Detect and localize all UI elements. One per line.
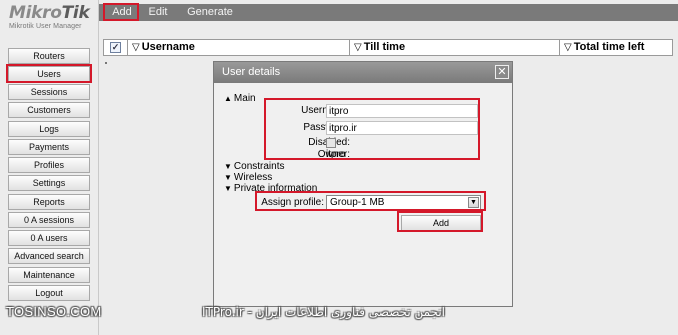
column-label-till-time: Till time [363,41,406,53]
owner-value: itpro [326,149,346,160]
column-header-total-time-left[interactable]: ▽ Total time left [560,40,672,55]
dialog-titlebar[interactable]: User details ✕ [214,62,512,83]
dialog-add-button[interactable]: Add [401,215,481,231]
column-header-username[interactable]: ▽ Username [128,40,350,55]
logo-brand-suffix: Tik [61,3,90,23]
watermark-left: TOSINSO.COM [6,304,102,319]
toolbar: Add Edit Generate [99,4,678,21]
disabled-checkbox[interactable] [326,138,336,148]
triangle-up-icon: ▲ [224,94,232,103]
sort-triangle-icon: ▽ [354,42,362,53]
triangle-down-icon: ▼ [224,162,232,171]
triangle-down-icon: ▼ [224,173,232,182]
mikrotik-logo: MikroTik Mikrotik User Manager [9,4,99,34]
assign-profile-value: Group-1 MB [330,197,385,208]
select-all-checkbox[interactable]: ✓ [110,42,121,53]
toolbar-add-button[interactable]: Add [105,4,139,21]
table-empty-marker [105,62,107,64]
sort-triangle-icon: ▽ [564,42,572,53]
select-all-cell: ✓ [104,40,128,55]
sort-triangle-icon: ▽ [132,42,140,53]
section-wireless-toggle[interactable]: ▼ Wireless [224,172,272,183]
sidebar-item-active-users[interactable]: 0 A users [8,230,90,246]
triangle-down-icon: ▼ [224,184,232,193]
assign-profile-label: Assign profile: [261,197,324,208]
section-constraints-toggle[interactable]: ▼ Constraints [224,161,285,172]
sidebar-item-active-sessions[interactable]: 0 A sessions [8,212,90,228]
username-input[interactable] [326,104,478,118]
section-constraints-label: Constraints [233,161,285,172]
left-column: MikroTik Mikrotik User Manager Routers U… [0,0,99,335]
section-wireless-label: Wireless [233,172,273,183]
sidebar-item-logout[interactable]: Logout [8,285,90,301]
watermark-right: ITPro.ir - انجمن تخصصی فناوری اطلاعات ای… [202,305,445,319]
users-table-header: ✓ ▽ Username ▽ Till time ▽ Total time left [103,39,673,56]
toolbar-generate-button[interactable]: Generate [182,4,238,21]
sidebar-item-maintenance[interactable]: Maintenance [8,267,90,283]
chevron-down-icon[interactable]: ▼ [468,197,479,208]
column-label-username: Username [141,41,195,53]
sidebar-item-customers[interactable]: Customers [8,102,90,118]
section-private-information-label: Private information [233,183,318,194]
toolbar-edit-button[interactable]: Edit [143,4,173,21]
logo-brand-prefix: Mikro [9,3,62,23]
sidebar-item-profiles[interactable]: Profiles [8,157,90,173]
section-main-label: Main [233,93,256,104]
sidebar-item-settings[interactable]: Settings [8,175,90,191]
sidebar-item-sessions[interactable]: Sessions [8,84,90,100]
assign-profile-select[interactable]: Group-1 MB ▼ [326,195,481,210]
section-main-toggle[interactable]: ▲ Main [224,93,256,104]
dialog-title: User details [222,66,281,78]
column-label-total-time-left: Total time left [573,41,645,53]
password-input[interactable] [326,121,478,135]
section-private-information-toggle[interactable]: ▼ Private information [224,183,317,194]
logo-wordmark: MikroTik [9,4,99,22]
sidebar-item-logs[interactable]: Logs [8,121,90,137]
sidebar-item-reports[interactable]: Reports [8,194,90,210]
sidebar-item-payments[interactable]: Payments [8,139,90,155]
logo-subtitle: Mikrotik User Manager [9,23,82,30]
user-details-dialog: User details ✕ ▲Main Username: Password:… [213,61,513,307]
close-icon[interactable]: ✕ [495,65,509,79]
sidebar-item-routers[interactable]: Routers [8,48,90,64]
sidebar-item-advanced-search[interactable]: Advanced search [8,248,90,264]
column-header-till-time[interactable]: ▽ Till time [350,40,560,55]
sidebar-item-users[interactable]: Users [8,66,90,82]
